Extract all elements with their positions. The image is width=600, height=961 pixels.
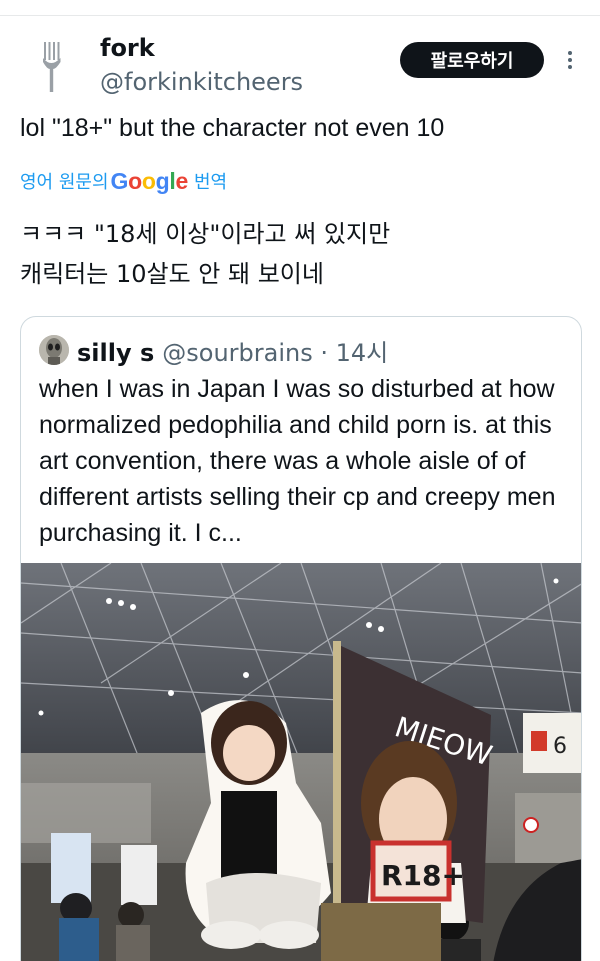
follow-button[interactable]: 팔로우하기 xyxy=(400,42,544,78)
more-vertical-icon[interactable] xyxy=(560,48,580,72)
author-name[interactable]: fork xyxy=(100,34,155,62)
quoted-handle-time: @sourbrains · 14시 xyxy=(162,339,389,367)
rating-badge: R18+ xyxy=(381,859,465,892)
quoted-photo[interactable]: 6 MIEOW R18+ xyxy=(21,562,581,961)
fork-icon[interactable] xyxy=(28,38,76,94)
quoted-header: silly s @sourbrains · 14시 xyxy=(77,333,388,368)
translation-prefix: 영어 원문의 xyxy=(20,172,109,193)
quoted-name[interactable]: silly s xyxy=(77,339,154,367)
google-logo: Google xyxy=(110,167,189,194)
author-handle[interactable]: @forkinkitcheers xyxy=(100,68,303,96)
translated-text: ㅋㅋㅋ "18세 이상"이라고 써 있지만 캐릭터는 10살도 안 돼 보이네 xyxy=(20,214,390,294)
translated-line: 캐릭터는 10살도 안 돼 보이네 xyxy=(20,260,324,288)
hall-sign: 6 xyxy=(553,734,567,759)
quoted-avatar[interactable] xyxy=(39,335,69,365)
translated-line: ㅋㅋㅋ "18세 이상"이라고 써 있지만 xyxy=(20,220,391,248)
tweet-text: lol "18+" but the character not even 10 xyxy=(20,114,445,142)
quoted-tweet[interactable]: silly s @sourbrains · 14시 when I was in … xyxy=(20,316,582,961)
top-divider xyxy=(0,15,600,16)
quoted-text: when I was in Japan I was so disturbed a… xyxy=(39,375,556,547)
translation-suffix: 번역 xyxy=(193,172,228,193)
tweet-header: fork @forkinkitcheers 팔로우하기 xyxy=(0,30,600,102)
translation-attribution[interactable]: 영어 원문의 Google 번역 xyxy=(20,166,227,196)
